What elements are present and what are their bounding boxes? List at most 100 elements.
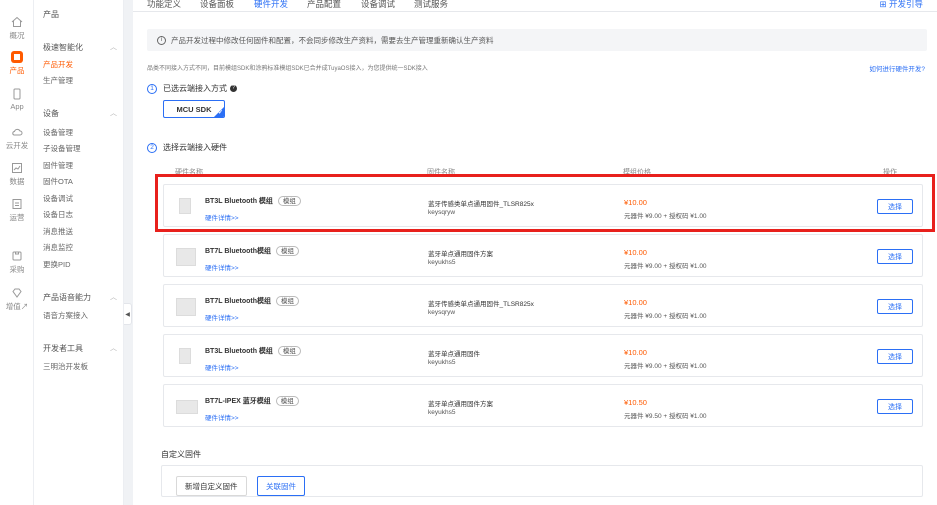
sidebar-collapse-button[interactable]: ◀ bbox=[124, 303, 132, 325]
icon-rail: 概况 产品 App 云开发 数据 运营 采购 增值↗ bbox=[0, 0, 34, 505]
rail-item-overview[interactable]: 概况 bbox=[0, 16, 34, 41]
module-name: BT3L Bluetooth 模组 模组 bbox=[205, 346, 301, 356]
tab-product-config[interactable]: 产品配置 bbox=[307, 0, 341, 10]
module-name-text: BT7L-IPEX 蓝牙模组 bbox=[205, 398, 271, 405]
price-breakdown: 元器件 ¥9.00 + 授权码 ¥1.00 bbox=[624, 363, 707, 370]
price-breakdown: 元器件 ¥9.00 + 授权码 ¥1.00 bbox=[624, 263, 707, 270]
select-button[interactable]: 选择 bbox=[877, 249, 913, 264]
mcu-sdk-label: MCU SDK bbox=[176, 104, 212, 114]
module-name: BT7L-IPEX 蓝牙模组 模组 bbox=[205, 396, 299, 406]
hardware-detail-link[interactable]: 硬件详情>> bbox=[205, 412, 239, 422]
sidebar-item-product-dev[interactable]: 产品开发 bbox=[43, 59, 73, 70]
module-price: ¥10.00 bbox=[624, 298, 647, 307]
custom-firmware-title: 自定义固件 bbox=[161, 450, 201, 459]
firmware-name: 蓝牙传感类单点通用固件_TLSR825x bbox=[428, 301, 534, 308]
product-icon bbox=[11, 51, 23, 63]
dev-guide-label: 开发引导 bbox=[888, 0, 923, 9]
module-image bbox=[176, 298, 196, 316]
sidebar-item-subdevice[interactable]: 子设备管理 bbox=[43, 143, 81, 154]
step-number: 2 bbox=[147, 142, 157, 153]
product-sidebar: 产品 极速智能化 ︿ 产品开发 生产管理 设备 ︿ 设备管理 子设备管理 固件管… bbox=[34, 0, 124, 505]
cloud-icon bbox=[12, 128, 23, 136]
sidebar-item-production[interactable]: 生产管理 bbox=[43, 75, 73, 86]
rail-item-operation[interactable]: 运营 bbox=[0, 198, 34, 223]
sidebar-item-ota[interactable]: 固件OTA bbox=[43, 176, 73, 187]
sidebar-item-voice[interactable]: 语音方案接入 bbox=[43, 310, 88, 321]
module-image bbox=[179, 348, 191, 364]
step-1: 1 已选云端接入方式 ? bbox=[147, 83, 237, 94]
operation-icon bbox=[12, 199, 22, 209]
notice-banner: i 产品开发过程中修改任何固件和配置，不会同步修改生产资料，需要去生产管理重新确… bbox=[147, 29, 927, 51]
select-button[interactable]: 选择 bbox=[877, 299, 913, 314]
sidebar-item-device-mgmt[interactable]: 设备管理 bbox=[43, 127, 73, 138]
module-name-text: BT7L Bluetooth模组 bbox=[205, 248, 271, 255]
rail-item-product[interactable]: 产品 bbox=[0, 51, 34, 76]
tab-test-service[interactable]: 测试服务 bbox=[414, 0, 448, 10]
sidebar-item-logs[interactable]: 设备日志 bbox=[43, 209, 73, 220]
sidebar-group-label: 极速智能化 bbox=[43, 43, 83, 52]
tab-function-definition[interactable]: 功能定义 bbox=[147, 0, 181, 10]
info-icon: i bbox=[157, 35, 166, 45]
sidebar-group-device[interactable]: 设备 ︿ bbox=[43, 108, 117, 119]
firmware-name: 蓝牙单点通用固件 bbox=[428, 351, 480, 358]
rail-item-purchase[interactable]: 采购 bbox=[0, 250, 34, 275]
sidebar-item-firmware[interactable]: 固件管理 bbox=[43, 160, 73, 171]
module-tag: 模组 bbox=[275, 296, 299, 306]
firmware-code: keysqryw bbox=[428, 309, 456, 316]
tab-hardware-dev[interactable]: 硬件开发 bbox=[254, 0, 288, 10]
rail-item-app[interactable]: App bbox=[0, 88, 34, 111]
dev-guide-link[interactable]: ⊞ 开发引导 bbox=[880, 0, 924, 10]
sidebar-group-label: 设备 bbox=[43, 109, 59, 118]
rail-label: 产品 bbox=[9, 66, 25, 75]
caret-left-icon: ◀ bbox=[125, 311, 130, 318]
sidebar-item-debug[interactable]: 设备调试 bbox=[43, 193, 73, 204]
module-price: ¥10.50 bbox=[624, 398, 647, 407]
rail-label: 采购 bbox=[9, 265, 25, 274]
link-firmware-button[interactable]: 关联固件 bbox=[257, 476, 305, 496]
chart-icon bbox=[12, 163, 22, 173]
hardware-detail-link[interactable]: 硬件详情>> bbox=[205, 312, 239, 322]
rail-label: 运营 bbox=[9, 213, 25, 222]
sidebar-item-change-pid[interactable]: 更换PID bbox=[43, 259, 71, 270]
module-tag: 模组 bbox=[277, 346, 301, 356]
select-button[interactable]: 选择 bbox=[877, 349, 913, 364]
rail-item-value-added[interactable]: 增值↗ bbox=[0, 287, 34, 312]
hint-text: 品类不同接入方式不同，目前模组SDK和涂鸦标准模组SDK已合并成TuyaOS接入… bbox=[147, 66, 428, 72]
module-image bbox=[176, 400, 198, 414]
sidebar-item-sandwich[interactable]: 三明治开发板 bbox=[43, 361, 88, 372]
select-button[interactable]: 选择 bbox=[877, 399, 913, 414]
module-name-text: BT7L Bluetooth模组 bbox=[205, 298, 271, 305]
help-icon[interactable]: ? bbox=[230, 85, 237, 92]
hardware-detail-link[interactable]: 硬件详情>> bbox=[205, 262, 239, 272]
sidebar-item-push[interactable]: 消息推送 bbox=[43, 226, 73, 237]
hardware-detail-link[interactable]: 硬件详情>> bbox=[205, 362, 239, 372]
hardware-dev-help-link[interactable]: 如何进行硬件开发? bbox=[869, 63, 925, 73]
price-breakdown: 元器件 ¥9.00 + 授权码 ¥1.00 bbox=[624, 313, 707, 320]
price-breakdown: 元器件 ¥9.50 + 授权码 ¥1.00 bbox=[624, 413, 707, 420]
rail-item-cloud[interactable]: 云开发 bbox=[0, 126, 34, 151]
rail-label: 增值 bbox=[5, 302, 21, 311]
chevron-up-icon: ︿ bbox=[110, 110, 117, 117]
sidebar-group-voice[interactable]: 产品语音能力 ︿ bbox=[43, 292, 117, 303]
rail-label: App bbox=[10, 102, 24, 111]
sidebar-group-devtools[interactable]: 开发者工具 ︿ bbox=[43, 343, 117, 354]
rail-item-data[interactable]: 数据 bbox=[0, 162, 34, 187]
module-image bbox=[176, 248, 196, 266]
tab-device-debug[interactable]: 设备调试 bbox=[361, 0, 395, 10]
module-price: ¥10.00 bbox=[624, 348, 647, 357]
tab-device-panel[interactable]: 设备面板 bbox=[200, 0, 234, 10]
guide-icon: ⊞ bbox=[879, 0, 889, 9]
purchase-icon bbox=[12, 251, 22, 261]
firmware-name: 蓝牙单点通用固件方案 bbox=[428, 401, 493, 408]
module-name: BT7L Bluetooth模组 模组 bbox=[205, 296, 299, 306]
home-icon bbox=[11, 16, 23, 27]
mcu-sdk-option[interactable]: MCU SDK ✓ bbox=[163, 100, 225, 118]
step-label: 已选云端接入方式 bbox=[163, 84, 227, 93]
sidebar-group-quick[interactable]: 极速智能化 ︿ bbox=[43, 42, 117, 53]
chevron-up-icon: ︿ bbox=[110, 345, 117, 352]
firmware-name: 蓝牙单点通用固件方案 bbox=[428, 251, 493, 258]
sidebar-item-monitor[interactable]: 消息监控 bbox=[43, 242, 73, 253]
hardware-card: BT7L Bluetooth模组 模组 硬件详情>> 蓝牙传感类单点通用固件_TL… bbox=[163, 284, 923, 327]
firmware-code: keyukhs5 bbox=[428, 409, 456, 416]
add-custom-firmware-button[interactable]: 新增自定义固件 bbox=[176, 476, 247, 496]
